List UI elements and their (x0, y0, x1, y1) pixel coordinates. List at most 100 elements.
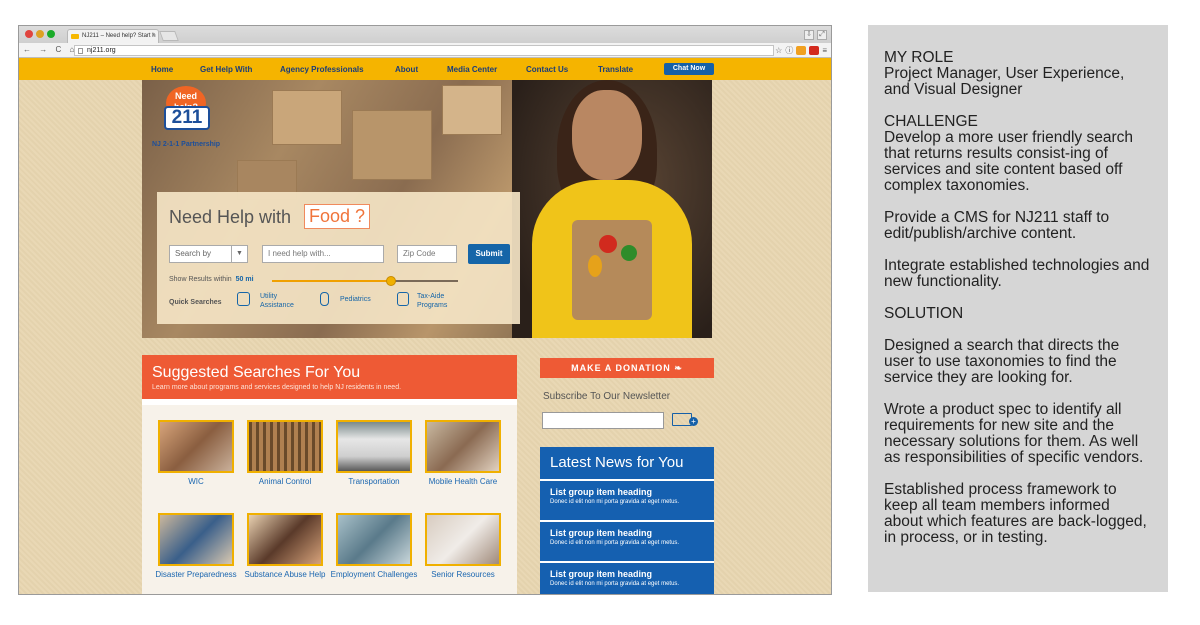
profile-icon[interactable]: ⇩ (804, 30, 814, 40)
subscribe-mail-icon[interactable] (672, 413, 698, 426)
slider-fill (272, 280, 392, 282)
role-heading: MY ROLE (884, 49, 954, 66)
nav-contact-us[interactable]: Contact Us (526, 65, 568, 74)
search-heading-highlight[interactable]: Food ? (304, 204, 371, 229)
submit-button[interactable]: Submit (468, 244, 510, 264)
favicon-icon (71, 34, 79, 39)
chat-now-button[interactable]: Chat Now (664, 63, 714, 75)
suggested-header: Suggested Searches For You Learn more ab… (142, 355, 517, 399)
quick-search-tax-aide[interactable]: Tax-Aide Programs (397, 292, 467, 310)
project-description-panel: MY ROLE Project Manager, User Experience… (868, 25, 1168, 592)
suggested-item-label: Transportation (348, 477, 400, 486)
disaster-preparedness-photo (158, 513, 234, 566)
zip-code-input[interactable]: Zip Code (397, 245, 457, 263)
suggested-item-substance-abuse-help[interactable]: Substance Abuse Help (241, 513, 329, 580)
zoom-window-button[interactable] (47, 30, 55, 38)
wic-photo (158, 420, 234, 473)
quick-search-pediatrics[interactable]: Pediatrics (320, 292, 395, 306)
close-tab-icon[interactable]: × (151, 30, 155, 43)
extension-icon[interactable] (796, 46, 807, 55)
suggested-item-label: Mobile Health Care (428, 477, 498, 486)
show-results-label: Show Results within (169, 276, 232, 283)
hero-photo-vegetable (599, 235, 617, 253)
slider-thumb[interactable] (386, 276, 397, 286)
challenge-text: Develop a more user friendly search that… (884, 129, 1133, 194)
news-title: Latest News for You (540, 447, 714, 479)
search-by-select[interactable]: Search by ▼ (169, 245, 248, 263)
search-by-label: Search by (175, 249, 212, 258)
new-tab-button[interactable] (159, 31, 179, 41)
hero-photo-vegetable (621, 245, 637, 261)
chevron-down-icon[interactable]: ▼ (231, 246, 247, 262)
hero-photo-person (572, 90, 642, 180)
latest-news: Latest News for You List group item head… (540, 447, 714, 594)
browser-toolbar: ← → C ⌂ nj211.org ☆ ⓘ ≡ (19, 43, 831, 58)
hero-banner: Need help? 211 NJ 2-1-1 Partnership Need… (142, 80, 712, 338)
role-text: Project Manager, User Experience, and Vi… (884, 65, 1125, 98)
info-icon[interactable]: ⓘ (785, 45, 793, 56)
suggested-item-label: Animal Control (258, 477, 312, 486)
employment-challenges-photo (336, 513, 412, 566)
news-item[interactable]: List group item heading Donec id elit no… (540, 479, 714, 520)
logo-name: NJ 2-1-1 Partnership (152, 141, 221, 148)
news-item[interactable]: List group item heading Donec id elit no… (540, 520, 714, 561)
newsletter-label: Subscribe To Our Newsletter (543, 391, 671, 402)
suggested-item-animal-control[interactable]: Animal Control (241, 420, 329, 487)
hero-photo-box (272, 90, 342, 145)
news-item[interactable]: List group item heading Donec id elit no… (540, 561, 714, 594)
quick-search-label: Pediatrics (340, 296, 371, 303)
transportation-photo (336, 420, 412, 473)
animal-control-photo (247, 420, 323, 473)
challenge-text: Provide a CMS for NJ211 staff to edit/pu… (884, 209, 1110, 242)
nav-agency-professionals[interactable]: Agency Professionals (280, 65, 364, 74)
nav-media-center[interactable]: Media Center (447, 65, 497, 74)
suggested-grid: WIC Animal Control Transportation Mobile… (142, 405, 517, 594)
nav-about[interactable]: About (395, 65, 418, 74)
menu-icon[interactable]: ≡ (822, 46, 827, 55)
search-panel: Need Help with Food ? Search by ▼ I need… (157, 192, 520, 324)
suggested-item-employment-challenges[interactable]: Employment Challenges (330, 513, 418, 580)
nav-get-help-with[interactable]: Get Help With (200, 65, 252, 74)
bird-icon: ❧ (674, 363, 683, 373)
quick-search-utility[interactable]: Utility Assistance (237, 292, 312, 310)
address-bar[interactable]: nj211.org (74, 45, 774, 56)
fullscreen-icon[interactable]: ⤢ (817, 30, 827, 40)
nav-home[interactable]: Home (151, 65, 173, 74)
make-donation-button[interactable]: MAKE A DONATION ❧ (540, 358, 714, 378)
news-item-heading: List group item heading (550, 528, 653, 538)
news-item-heading: List group item heading (550, 569, 653, 579)
minimize-window-button[interactable] (36, 30, 44, 38)
hero-photo-box (352, 110, 432, 180)
tab-title: NJ211 – Need help? Start h (82, 33, 156, 39)
senior-resources-photo (425, 513, 501, 566)
suggested-item-transportation[interactable]: Transportation (330, 420, 418, 487)
logo-number: 211 (164, 106, 210, 130)
news-item-text: Donec id elit non mi porta gravida at eg… (550, 540, 680, 546)
suggested-item-mobile-health-care[interactable]: Mobile Health Care (419, 420, 507, 487)
nj211-logo[interactable]: Need help? 211 NJ 2-1-1 Partnership (152, 86, 222, 156)
suggested-item-wic[interactable]: WIC (152, 420, 240, 487)
mobile-health-care-photo (425, 420, 501, 473)
browser-tab[interactable]: NJ211 – Need help? Start h × (67, 29, 159, 43)
newsletter-email-input[interactable] (542, 412, 664, 429)
suggested-item-senior-resources[interactable]: Senior Resources (419, 513, 507, 580)
news-item-text: Donec id elit non mi porta gravida at eg… (550, 499, 680, 505)
solution-text: Wrote a product spec to identify all req… (884, 401, 1144, 466)
suggested-item-label: WIC (188, 477, 204, 486)
page-icon (78, 48, 83, 54)
window-controls: ⇩ ⤢ (801, 29, 827, 40)
star-icon[interactable]: ☆ (775, 46, 782, 55)
nav-translate[interactable]: Translate (598, 65, 633, 74)
hero-photo-vegetable (588, 255, 602, 277)
close-window-button[interactable] (25, 30, 33, 38)
solution-heading: SOLUTION (884, 305, 964, 322)
nav-controls[interactable]: ← → C ⌂ (23, 45, 77, 54)
youtube-extension-icon[interactable] (809, 46, 820, 55)
quick-search-label: Utility Assistance (260, 293, 294, 309)
distance-slider[interactable] (272, 276, 458, 286)
help-input[interactable]: I need help with... (262, 245, 384, 263)
suggested-searches: Suggested Searches For You Learn more ab… (142, 355, 517, 594)
search-heading: Need Help with (169, 207, 292, 227)
challenge-heading: CHALLENGE (884, 113, 978, 130)
suggested-item-disaster-preparedness[interactable]: Disaster Preparedness (152, 513, 240, 580)
